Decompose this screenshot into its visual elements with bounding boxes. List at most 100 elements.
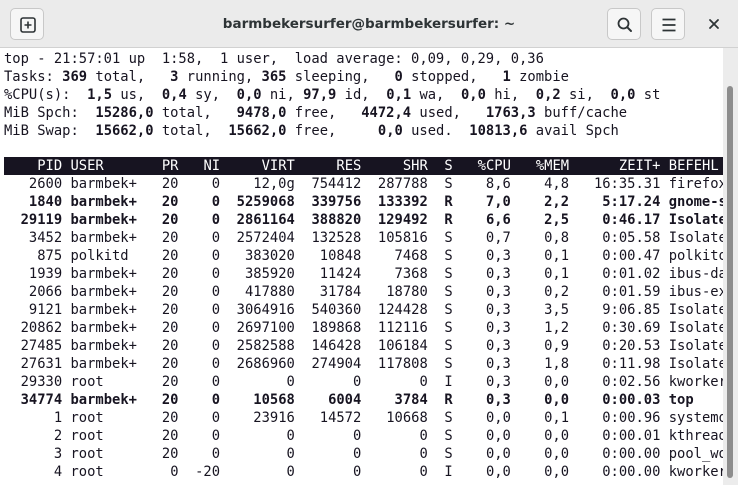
scrollbar-thumb[interactable] xyxy=(727,86,733,478)
cell-shr: 129492 xyxy=(377,212,428,228)
cell-shr: 0 xyxy=(419,374,428,390)
process-row: 27485 barmbek+ 20 0 2582588 146428 10618… xyxy=(4,337,723,355)
cell-state: R xyxy=(444,392,453,408)
cell-ni: 0 xyxy=(211,392,221,408)
cell-virt: 12,0g xyxy=(253,176,295,192)
cell-command: gnome-s+ xyxy=(668,194,723,210)
cell-virt: 23916 xyxy=(253,410,295,426)
process-row: 20862 barmbek+ 20 0 2697100 189868 11211… xyxy=(4,319,723,337)
cell-pr: 20 xyxy=(161,446,179,462)
process-row: 875 polkitd 20 0 383020 10848 7468 S 0,3… xyxy=(4,247,723,265)
cell-pid: 29330 xyxy=(20,374,63,390)
cell-command: Isolate+ xyxy=(668,320,723,336)
process-row: 1939 barmbek+ 20 0 385920 11424 7368 S 0… xyxy=(4,265,723,283)
cpu-si-value: 0,2 xyxy=(535,87,561,103)
cell-ni: 0 xyxy=(211,320,221,336)
cell-res: 10848 xyxy=(319,248,362,264)
cell-shr: 0 xyxy=(419,428,428,444)
cell-pr: 20 xyxy=(161,266,179,282)
cpu-hi-value: 0,0 xyxy=(460,87,486,103)
cell-shr: 117808 xyxy=(377,356,428,372)
cell-time: 0:30.69 xyxy=(602,320,661,336)
menu-button[interactable] xyxy=(651,8,685,40)
cell-mem: 0,1 xyxy=(544,266,570,282)
cell-res: 0 xyxy=(353,374,362,390)
cell-pid: 27485 xyxy=(20,338,63,354)
cell-time: 0:00.01 xyxy=(602,428,661,444)
swap-used-label: used. xyxy=(411,123,453,139)
cell-state: S xyxy=(444,356,453,372)
cell-virt: 10568 xyxy=(253,392,295,408)
cell-state: S xyxy=(444,338,453,354)
cell-command: firefox+ xyxy=(668,176,723,192)
column-header-pid: PID xyxy=(37,158,63,174)
cell-pid: 20862 xyxy=(20,320,63,336)
tasks-line: Tasks: 369 total, 3 running, 365 sleepin… xyxy=(4,68,569,86)
cpu-sy-label: sy, xyxy=(195,87,221,103)
new-tab-icon xyxy=(20,17,36,33)
cell-virt: 2582588 xyxy=(236,338,295,354)
cell-time: 0:00.00 xyxy=(602,464,661,480)
cell-res: 388820 xyxy=(311,212,362,228)
cell-pid: 1939 xyxy=(28,266,63,282)
vertical-scrollbar[interactable] xyxy=(723,48,738,485)
cell-time: 0:00.03 xyxy=(602,392,661,408)
close-button[interactable] xyxy=(700,10,728,38)
cell-mem: 4,8 xyxy=(544,176,569,192)
mem-used-value: 4472,4 xyxy=(361,105,412,121)
cell-state: S xyxy=(444,302,453,318)
cpu-wa-value: 0,1 xyxy=(386,87,412,103)
search-button[interactable] xyxy=(607,8,641,40)
cell-ni: 0 xyxy=(211,212,221,228)
cell-res: 189868 xyxy=(311,320,362,336)
cell-virt: 2697100 xyxy=(236,320,295,336)
cell-cpu: 8,6 xyxy=(485,176,511,192)
cell-shr: 105816 xyxy=(377,230,428,246)
mem-used-label: used, xyxy=(419,105,461,121)
cell-mem: 0,0 xyxy=(544,392,570,408)
mem-free-value: 9478,0 xyxy=(236,105,287,121)
cell-time: 0:01.02 xyxy=(602,266,661,282)
cell-res: 146428 xyxy=(311,338,362,354)
cpu-sy-value: 0,4 xyxy=(161,87,187,103)
cell-pid: 3452 xyxy=(28,230,63,246)
swap-total-label: total, xyxy=(161,123,212,139)
cell-mem: 0,0 xyxy=(544,464,570,480)
cell-res: 540360 xyxy=(311,302,362,318)
cell-state: S xyxy=(444,446,453,462)
cell-res: 0 xyxy=(352,446,362,462)
column-header-cpu: %CPU xyxy=(477,158,511,174)
process-row: 34774 barmbek+ 20 0 10568 6004 3784 R 0,… xyxy=(4,391,694,409)
tasks-sleeping-label: sleeping, xyxy=(294,69,370,85)
cell-user: barmbek+ xyxy=(70,356,137,372)
cell-ni: 0 xyxy=(211,356,221,372)
cell-virt: 0 xyxy=(286,428,295,444)
cell-pr: 20 xyxy=(161,374,179,390)
cell-user: barmbek+ xyxy=(70,338,137,354)
cell-command: kworker+ xyxy=(668,374,723,390)
cell-pr: 20 xyxy=(161,428,179,444)
cell-ni: 0 xyxy=(211,446,221,462)
cell-shr: 10668 xyxy=(386,410,428,426)
mem-line: MiB Spch: 15286,0 total, 9478,0 free, 44… xyxy=(4,104,627,122)
cell-shr: 287788 xyxy=(377,176,428,192)
cell-pid: 29119 xyxy=(20,212,63,228)
cell-pr: 20 xyxy=(161,212,179,228)
cell-cpu: 0,3 xyxy=(485,356,511,372)
hamburger-menu-icon xyxy=(662,18,676,32)
mem-free-label: free, xyxy=(294,105,337,121)
cell-mem: 2,5 xyxy=(544,212,570,228)
mem-total-value: 15286,0 xyxy=(95,105,154,121)
cell-res: 0 xyxy=(352,464,362,480)
cell-user: barmbek+ xyxy=(70,176,137,192)
cell-command: Isolate+ xyxy=(668,356,723,372)
cell-state: S xyxy=(444,248,453,264)
tasks-stopped-value: 0 xyxy=(394,69,403,85)
new-tab-button[interactable] xyxy=(10,8,44,40)
cell-user: barmbek+ xyxy=(70,392,137,408)
cpu-st-value: 0,0 xyxy=(610,87,636,103)
terminal-output[interactable]: top - 21:57:01 up 1:58, 1 user, load ave… xyxy=(0,48,723,485)
cell-pr: 20 xyxy=(161,356,179,372)
cell-user: root xyxy=(70,446,104,462)
cpu-ni-value: 0,0 xyxy=(236,87,262,103)
